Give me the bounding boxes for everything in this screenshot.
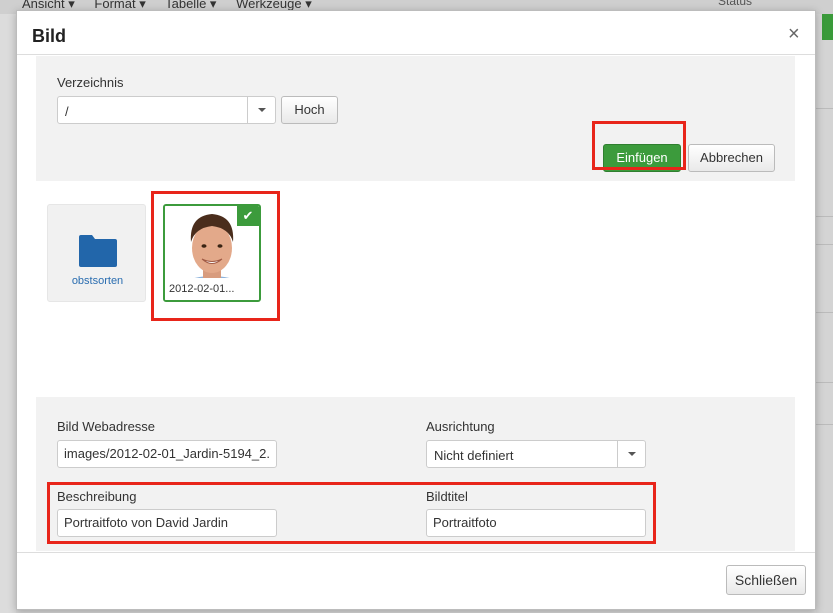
background-divider [816, 382, 833, 383]
image-properties-panel: Bild Webadresse images/2012-02-01_Jardin… [36, 397, 795, 551]
image-title-input[interactable]: Portraitfoto [426, 509, 646, 537]
cancel-button[interactable]: Abbrechen [688, 144, 775, 172]
dialog-header: Bild × [17, 11, 815, 55]
background-right-strip [816, 14, 833, 613]
folder-icon [79, 235, 117, 267]
image-caption: 2012-02-01... [165, 278, 257, 300]
image-dialog: Bild × Verzeichnis / Hoch Einfügen Abbre… [16, 10, 816, 610]
alignment-label: Ausrichtung [426, 419, 495, 434]
dialog-footer: Schließen [17, 552, 815, 609]
directory-label: Verzeichnis [57, 75, 124, 90]
background-divider [816, 312, 833, 313]
background-status-label: Status [718, 0, 753, 8]
url-input[interactable]: images/2012-02-01_Jardin-5194_2. [57, 440, 277, 468]
description-input[interactable]: Portraitfoto von David Jardin [57, 509, 277, 537]
close-icon[interactable]: × [788, 24, 800, 44]
folder-name: obstsorten [71, 275, 124, 287]
chevron-down-icon[interactable] [617, 441, 645, 467]
chevron-down-icon[interactable] [247, 97, 275, 123]
directory-value: / [65, 104, 69, 119]
background-divider [816, 244, 833, 245]
description-label: Beschreibung [57, 489, 137, 504]
insert-button[interactable]: Einfügen [603, 144, 681, 172]
background-divider [816, 108, 833, 109]
alignment-value: Nicht definiert [434, 448, 514, 463]
alignment-select[interactable]: Nicht definiert [426, 440, 646, 468]
up-button[interactable]: Hoch [281, 96, 338, 124]
directory-panel: Verzeichnis / Hoch Einfügen Abbrechen [36, 56, 795, 181]
checkmark-icon: ✔ [237, 206, 259, 226]
close-button[interactable]: Schließen [726, 565, 806, 595]
directory-select[interactable]: / [57, 96, 276, 124]
background-status-badge [822, 14, 833, 40]
dialog-title: Bild [32, 26, 66, 46]
image-title-label: Bildtitel [426, 489, 468, 504]
folder-tile[interactable]: obstsorten [47, 204, 146, 302]
background-divider [816, 424, 833, 425]
url-label: Bild Webadresse [57, 419, 156, 434]
background-divider [816, 216, 833, 217]
image-thumbnail[interactable]: ✔ 2012-02-01... [163, 204, 261, 302]
background-left-strip [0, 14, 16, 613]
